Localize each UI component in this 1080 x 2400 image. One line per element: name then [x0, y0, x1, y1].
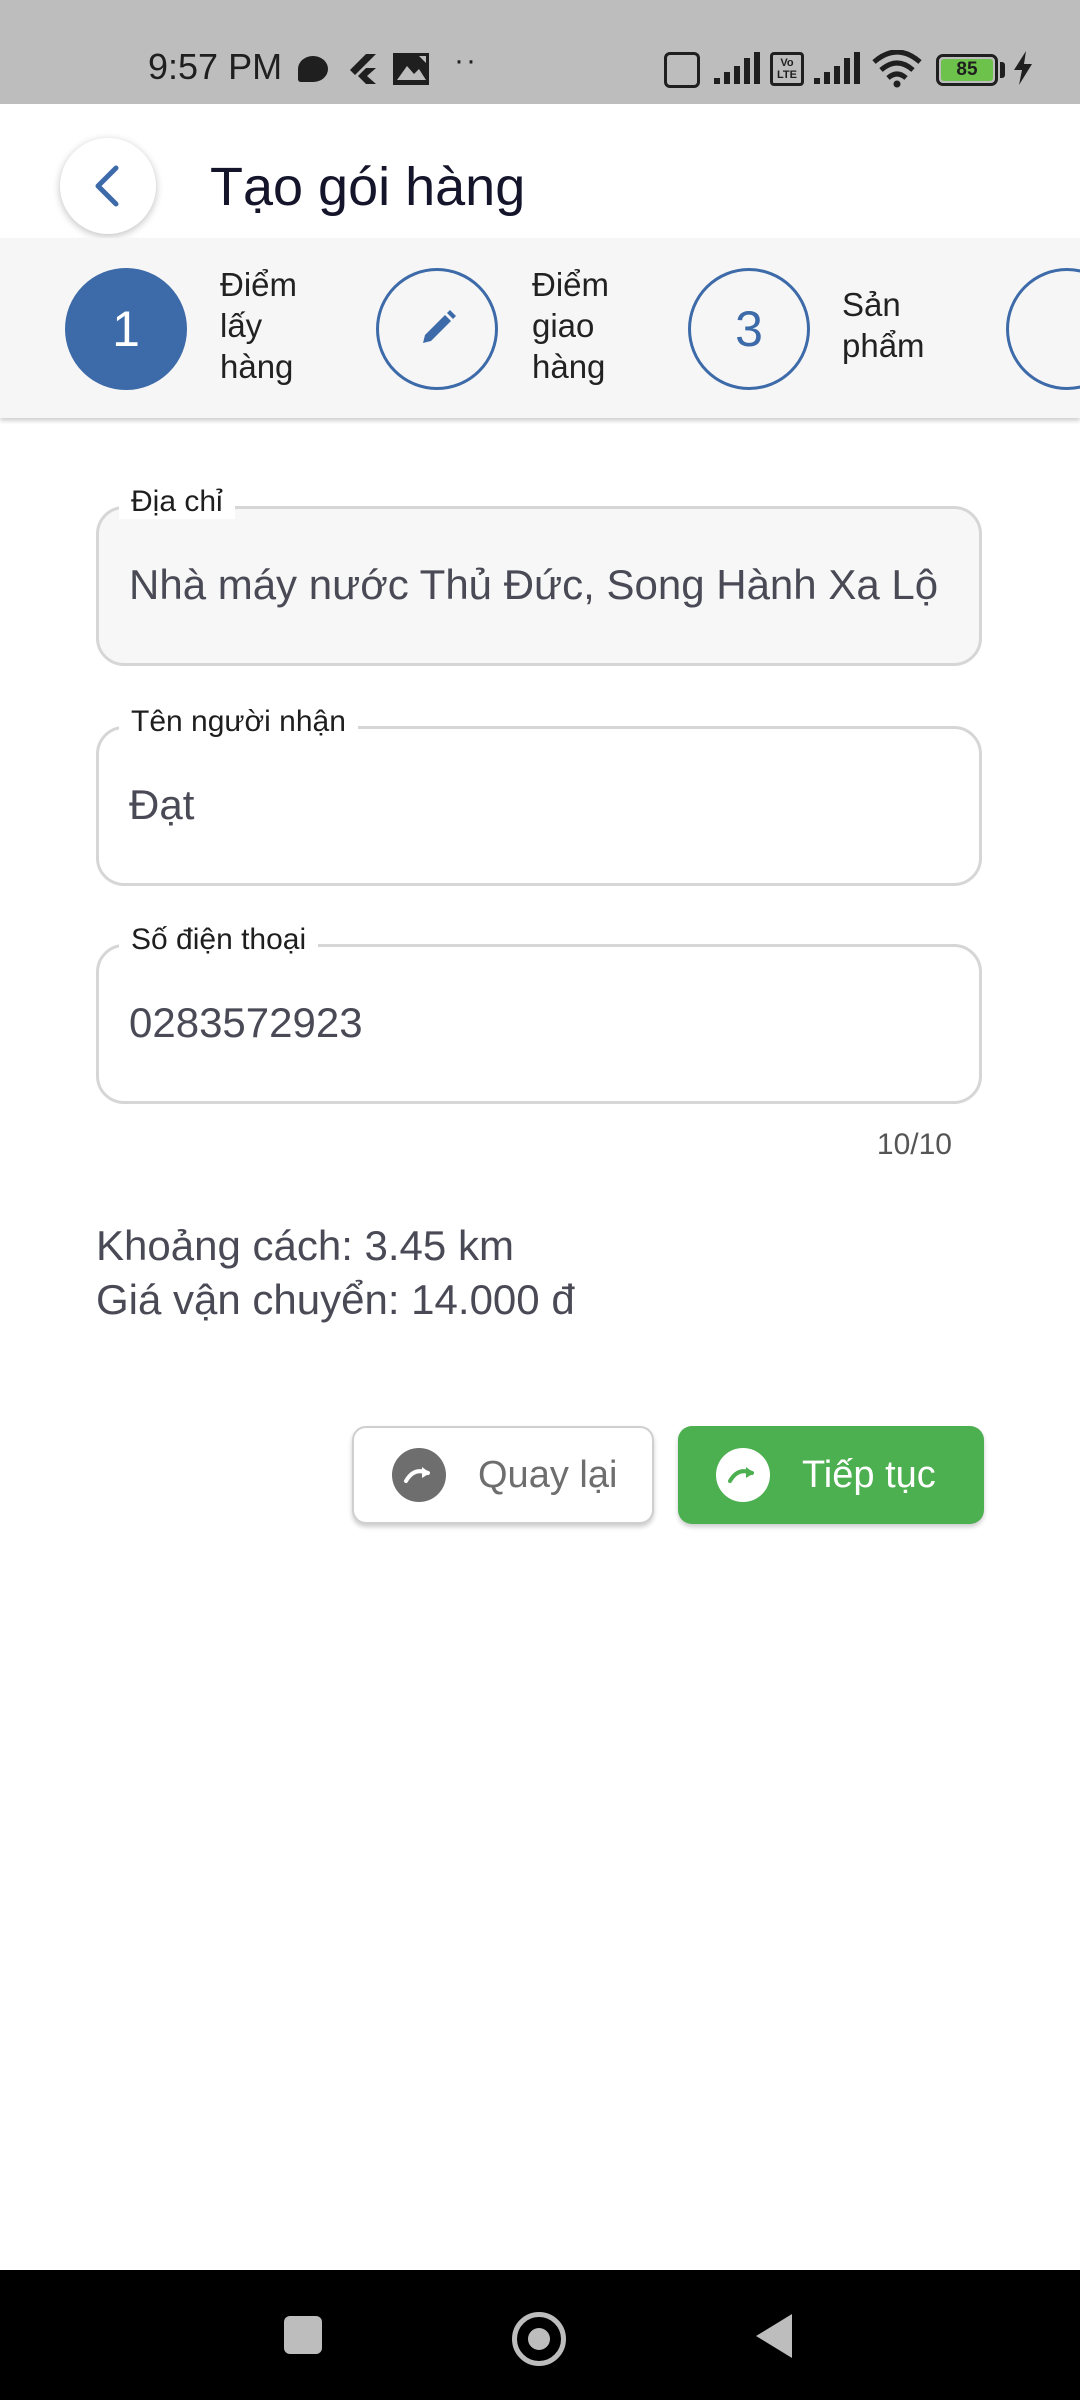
- step-2-label-line: Điểm: [532, 266, 610, 303]
- home-circle-icon[interactable]: [512, 2312, 566, 2366]
- continue-label: Tiếp tục: [802, 1453, 936, 1496]
- back-button[interactable]: [60, 138, 156, 234]
- flutter-icon: [350, 54, 376, 84]
- shipping-fee-text: Giá vận chuyển: 14.000 đ: [96, 1276, 575, 1323]
- step-1-label-line: Điểm: [220, 266, 298, 303]
- step-1-label: Điểm lấy hàng: [220, 264, 297, 387]
- continue-button[interactable]: Tiếp tục: [678, 1426, 984, 1524]
- recipient-name-field[interactable]: Tên người nhận Đạt: [96, 705, 982, 886]
- phone-label: Số điện thoại: [119, 923, 319, 957]
- step-3-number: 3: [735, 301, 763, 357]
- back-triangle-icon[interactable]: [756, 2314, 792, 2358]
- back-step-button[interactable]: Quay lại: [352, 1426, 654, 1524]
- chat-bubble-icon: [298, 56, 328, 82]
- step-2-label-line: giao: [532, 307, 595, 344]
- more-notifications-icon: ··: [454, 44, 478, 77]
- phone-input[interactable]: 0283572923: [129, 999, 949, 1047]
- home-dot: [528, 2328, 550, 2350]
- battery-icon: 85: [936, 54, 998, 86]
- step-2-indicator[interactable]: [376, 268, 498, 390]
- back-step-label: Quay lại: [478, 1453, 618, 1496]
- redo-icon: [392, 1448, 446, 1502]
- photo-icon: [393, 53, 429, 85]
- battery-cap: [1000, 62, 1005, 78]
- step-1-number: 1: [112, 301, 140, 357]
- wifi-icon: [872, 50, 922, 88]
- phone-char-counter: 10/10: [876, 1128, 952, 1161]
- system-nav-bar: [0, 2270, 1080, 2400]
- phone-field[interactable]: Số điện thoại 0283572923: [96, 923, 982, 1104]
- step-1-label-line: lấy: [220, 307, 263, 344]
- signal-icon-2: [814, 52, 860, 84]
- nfc-icon: [664, 52, 700, 88]
- step-2-label-line: hàng: [532, 348, 606, 385]
- distance-text: Khoảng cách: 3.45 km: [96, 1222, 514, 1269]
- status-time: 9:57 PM: [148, 46, 283, 87]
- recipient-name-input[interactable]: Đạt: [129, 781, 949, 829]
- redo-icon: [716, 1448, 770, 1502]
- progress-stepper: 1 Điểm lấy hàng Điểm giao hàng 3 Sản phẩ…: [0, 238, 1080, 418]
- pencil-icon: [423, 310, 456, 343]
- battery-level: 85: [941, 59, 993, 81]
- step-3-indicator[interactable]: 3: [688, 268, 810, 390]
- app-header: Tạo gói hàng: [0, 104, 1080, 238]
- page-title: Tạo gói hàng: [210, 157, 526, 217]
- step-2-label: Điểm giao hàng: [532, 264, 609, 387]
- volte-icon: Vo LTE: [770, 52, 804, 86]
- recipient-name-label: Tên người nhận: [119, 705, 358, 739]
- step-3-label-line: Sản: [842, 286, 901, 323]
- status-bar: 9:57 PM ·· Vo LTE 85: [0, 0, 1080, 104]
- step-4-indicator-partial[interactable]: [1006, 268, 1080, 390]
- address-input[interactable]: Nhà máy nước Thủ Đức, Song Hành Xa Lộ Hà…: [129, 561, 949, 609]
- address-label: Địa chỉ: [119, 485, 235, 519]
- charging-icon: [1014, 51, 1032, 85]
- chevron-left-icon: [95, 165, 119, 207]
- step-3-label-line: phẩm: [842, 327, 925, 364]
- step-1-indicator[interactable]: 1: [65, 268, 187, 390]
- address-field[interactable]: Địa chỉ Nhà máy nước Thủ Đức, Song Hành …: [96, 485, 982, 666]
- step-1-label-line: hàng: [220, 348, 294, 385]
- step-3-label: Sản phẩm: [842, 284, 925, 366]
- recents-square-icon[interactable]: [284, 2316, 322, 2354]
- signal-icon: [714, 52, 760, 84]
